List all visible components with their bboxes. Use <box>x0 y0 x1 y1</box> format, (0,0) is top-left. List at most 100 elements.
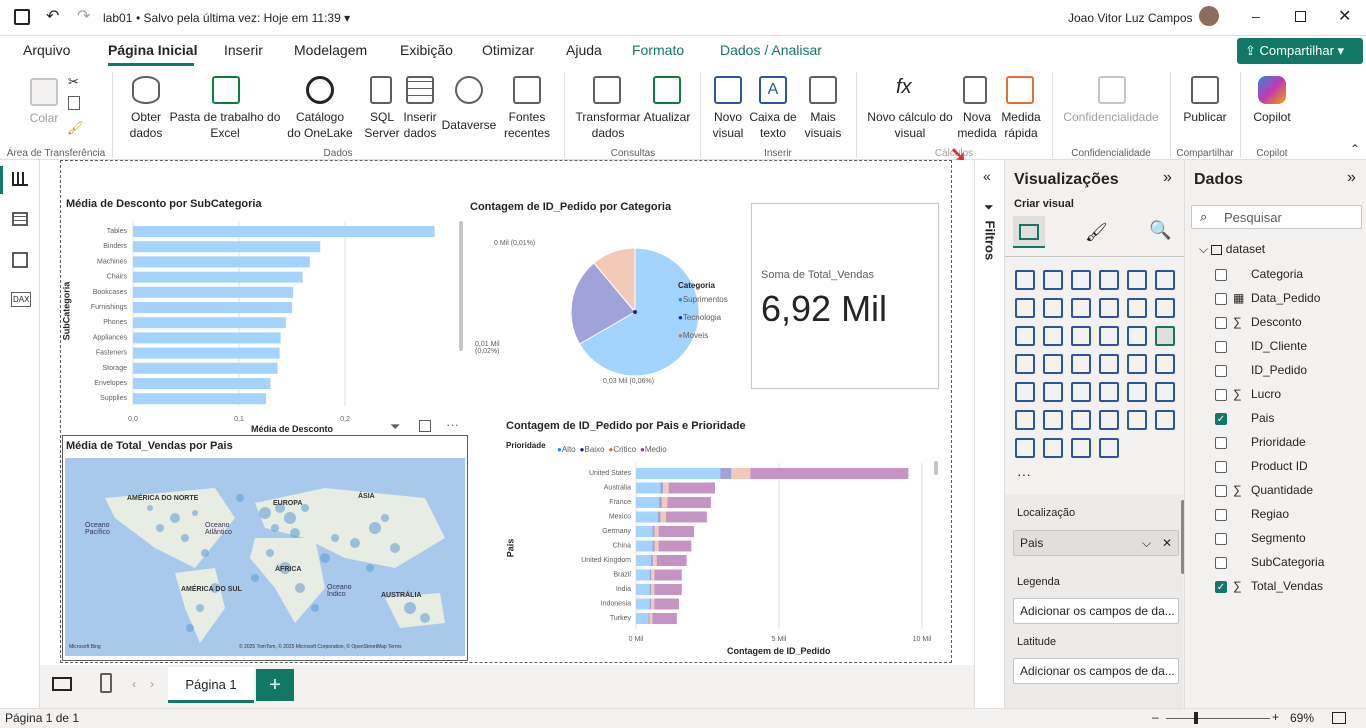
onelake-button[interactable]: Catálogo do OneLake <box>280 109 360 141</box>
stacked-legend-item[interactable]: ●Medio <box>640 445 667 454</box>
avatar[interactable] <box>1199 6 1219 26</box>
gauge-icon[interactable] <box>1071 354 1091 374</box>
get-data-button[interactable]: Obter dados <box>118 109 174 141</box>
pie-legend-item[interactable]: ●Suprimentos <box>678 295 728 313</box>
field-checkbox[interactable] <box>1215 388 1227 401</box>
dataset-node[interactable]: ⌵ dataset <box>1199 242 1265 257</box>
saved-status[interactable]: • Salvo pela última vez: Hoje em 11:39 ▾ <box>136 11 350 25</box>
refresh-button[interactable]: Atualizar <box>640 109 694 125</box>
next-page-icon[interactable]: › <box>150 677 154 691</box>
funnel-icon[interactable] <box>1015 326 1035 346</box>
card-icon[interactable] <box>1099 354 1119 374</box>
map-visual[interactable]: Média de Total_Vendas por Pais AMÉRICA D… <box>62 435 468 661</box>
mobile-layout-icon[interactable] <box>100 673 112 693</box>
field-item[interactable]: ∑ Quantidade <box>1215 478 1366 502</box>
table-icon[interactable] <box>1043 382 1063 402</box>
more-options-icon[interactable]: ··· <box>446 417 459 432</box>
field-item[interactable]: Regiao <box>1215 502 1366 526</box>
kpi-icon[interactable] <box>1155 354 1175 374</box>
field-checkbox[interactable] <box>1215 556 1227 569</box>
remove-field-icon[interactable]: ✕ <box>1162 531 1172 555</box>
field-item[interactable]: ✓ ∑ Total_Vendas <box>1215 574 1366 598</box>
field-checkbox[interactable] <box>1215 484 1227 497</box>
new-visual-calc-button[interactable]: Novo cálculo do visual <box>862 109 958 141</box>
filled-map-icon[interactable] <box>1015 354 1035 374</box>
format-visual-icon[interactable]: 🖌 <box>1085 222 1108 243</box>
bar-chart[interactable]: 0,0 0,1 0,2 Tables Binders Machines Chairs Book… <box>61 216 461 446</box>
bar-scrollbar[interactable] <box>459 221 463 351</box>
ribbon-icon[interactable] <box>1099 298 1119 318</box>
undo-icon[interactable]: ↶ <box>46 6 59 26</box>
pie-legend-item[interactable]: ●Tecnologia <box>678 313 728 331</box>
expand-filters-icon[interactable]: « <box>983 168 991 184</box>
share-button[interactable]: ⇪ Compartilhar ▾ <box>1237 38 1363 64</box>
more-icon[interactable] <box>1043 438 1063 458</box>
transform-data-button[interactable]: Transformar dados <box>572 109 644 141</box>
more-visuals-button[interactable]: Mais visuais <box>796 109 850 141</box>
python-icon[interactable] <box>1127 382 1147 402</box>
field-checkbox[interactable] <box>1215 292 1227 305</box>
close-icon[interactable]: ✕ <box>1338 6 1351 26</box>
donut-icon[interactable] <box>1099 326 1119 346</box>
field-item[interactable]: ID_Pedido <box>1215 358 1366 382</box>
new-measure-button[interactable]: Nova medida <box>954 109 1000 141</box>
filters-pane-collapsed[interactable]: « ⏷ Filtros <box>974 160 1004 708</box>
field-item[interactable]: ∑ Desconto <box>1215 310 1366 334</box>
key-influencers-icon[interactable] <box>1155 382 1175 402</box>
100-bar-icon[interactable] <box>1127 270 1147 290</box>
collapse-vis-icon[interactable]: » <box>1163 169 1172 187</box>
textbox-button[interactable]: Caixa de texto <box>746 109 800 141</box>
new-visual-button[interactable]: Novo visual <box>706 109 750 141</box>
field-item[interactable]: ∑ Lucro <box>1215 382 1366 406</box>
map-selected-icon[interactable] <box>1155 326 1175 346</box>
area-icon[interactable] <box>1043 298 1063 318</box>
multirow-card-icon[interactable] <box>1127 354 1147 374</box>
stacked-legend-item[interactable]: ●Baixo <box>580 445 605 454</box>
power-apps-icon[interactable] <box>1155 410 1175 430</box>
stacked-area-icon[interactable] <box>1071 298 1091 318</box>
line-column-icon[interactable] <box>1127 298 1147 318</box>
report-view-icon[interactable] <box>12 172 28 186</box>
more-visual-types-icon[interactable]: ··· <box>1017 466 1031 482</box>
dax-view-icon[interactable]: DAX <box>11 292 32 307</box>
page-tab[interactable]: Página 1 <box>168 667 254 703</box>
desktop-layout-icon[interactable] <box>52 677 72 691</box>
dataverse-button[interactable]: Dataverse <box>438 117 500 133</box>
format-painter-icon[interactable]: 🖌 <box>67 120 84 136</box>
field-checkbox[interactable] <box>1215 364 1227 377</box>
menu-otimizar[interactable]: Otimizar <box>482 42 534 58</box>
100-column-icon[interactable] <box>1155 270 1175 290</box>
enter-data-button[interactable]: Inserir dados <box>400 109 440 141</box>
decomposition-icon[interactable] <box>1015 410 1035 430</box>
slicer-icon[interactable] <box>1015 382 1035 402</box>
field-checkbox[interactable]: ✓ <box>1215 412 1227 425</box>
r-visual-icon[interactable] <box>1099 382 1119 402</box>
field-checkbox[interactable] <box>1215 436 1227 449</box>
model-view-icon[interactable] <box>12 252 28 268</box>
focus-mode-icon[interactable] <box>419 420 431 432</box>
field-checkbox[interactable] <box>1215 508 1227 521</box>
zoom-in-icon[interactable]: + <box>1272 710 1279 724</box>
zoom-slider[interactable] <box>1166 718 1270 719</box>
add-page-button[interactable]: + <box>256 669 294 701</box>
latitude-well[interactable]: Adicionar os campos de da... <box>1013 658 1179 684</box>
cut-icon[interactable]: ✂ <box>68 74 79 90</box>
fit-page-icon[interactable] <box>1332 712 1346 724</box>
maximize-icon[interactable] <box>1295 11 1306 22</box>
paginated-icon[interactable] <box>1099 410 1119 430</box>
menu-arquivo[interactable]: Arquivo <box>23 42 70 58</box>
menu-exibicao[interactable]: Exibição <box>400 42 453 58</box>
menu-ajuda[interactable]: Ajuda <box>566 42 602 58</box>
copilot-button[interactable]: Copilot <box>1246 109 1298 125</box>
scatter-icon[interactable] <box>1043 326 1063 346</box>
filter-icon[interactable]: ⏷ <box>390 419 400 435</box>
field-item[interactable]: ▦ Data_Pedido <box>1215 286 1366 310</box>
menu-inserir[interactable]: Inserir <box>224 42 263 58</box>
menu-formato[interactable]: Formato <box>632 42 684 58</box>
field-checkbox[interactable] <box>1215 460 1227 473</box>
line-icon[interactable] <box>1015 298 1035 318</box>
stacked-scrollbar[interactable] <box>934 461 938 475</box>
field-checkbox[interactable] <box>1215 268 1227 281</box>
narrative-icon[interactable] <box>1071 410 1091 430</box>
azure-map-icon[interactable] <box>1043 354 1063 374</box>
